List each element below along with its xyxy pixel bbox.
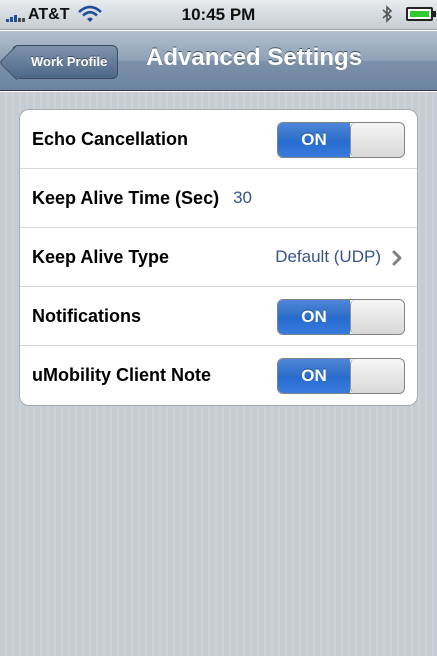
keep-alive-type-value: Default (UDP) xyxy=(275,247,381,266)
status-right xyxy=(380,5,436,23)
toggle-knob xyxy=(350,123,404,157)
setting-label: Keep Alive Type xyxy=(32,246,170,267)
setting-label: Keep Alive Time (Sec) xyxy=(32,187,220,208)
toggle-on-label: ON xyxy=(278,359,350,393)
bluetooth-icon xyxy=(382,5,393,23)
setting-row-keep-alive-type[interactable]: Keep Alive Type Default (UDP) xyxy=(20,228,417,287)
setting-label: Notifications xyxy=(32,305,142,326)
setting-row-notifications: Notifications ON xyxy=(20,287,417,346)
settings-content: Echo Cancellation ON Keep Alive Time (Se… xyxy=(0,92,437,656)
status-time: 10:45 PM xyxy=(181,5,256,24)
back-button-label: Work Profile xyxy=(31,54,108,69)
setting-row-echo-cancellation: Echo Cancellation ON xyxy=(20,110,417,169)
setting-row-umobility-client-note: uMobility Client Note ON xyxy=(20,346,417,405)
setting-label: uMobility Client Note xyxy=(32,365,211,385)
notifications-toggle[interactable]: ON xyxy=(277,299,405,335)
battery-icon xyxy=(406,7,436,21)
status-bar: AT&T 10:45 PM xyxy=(0,0,437,30)
setting-label: Echo Cancellation xyxy=(32,128,189,149)
umobility-client-note-toggle[interactable]: ON xyxy=(277,358,405,394)
navigation-bar: Work Profile Advanced Settings xyxy=(0,31,437,91)
echo-cancellation-toggle[interactable]: ON xyxy=(277,122,405,158)
chevron-right-icon xyxy=(392,250,402,266)
back-button[interactable]: Work Profile xyxy=(12,45,119,79)
toggle-on-label: ON xyxy=(278,123,350,157)
setting-row-keep-alive-time[interactable]: Keep Alive Time (Sec) 30 xyxy=(20,169,417,228)
toggle-knob xyxy=(350,300,404,334)
page-title: Advanced Settings xyxy=(146,44,363,71)
toggle-on-label: ON xyxy=(278,300,350,334)
toggle-knob xyxy=(350,359,404,393)
settings-group: Echo Cancellation ON Keep Alive Time (Se… xyxy=(19,109,418,406)
keep-alive-time-value[interactable]: 30 xyxy=(233,188,252,208)
